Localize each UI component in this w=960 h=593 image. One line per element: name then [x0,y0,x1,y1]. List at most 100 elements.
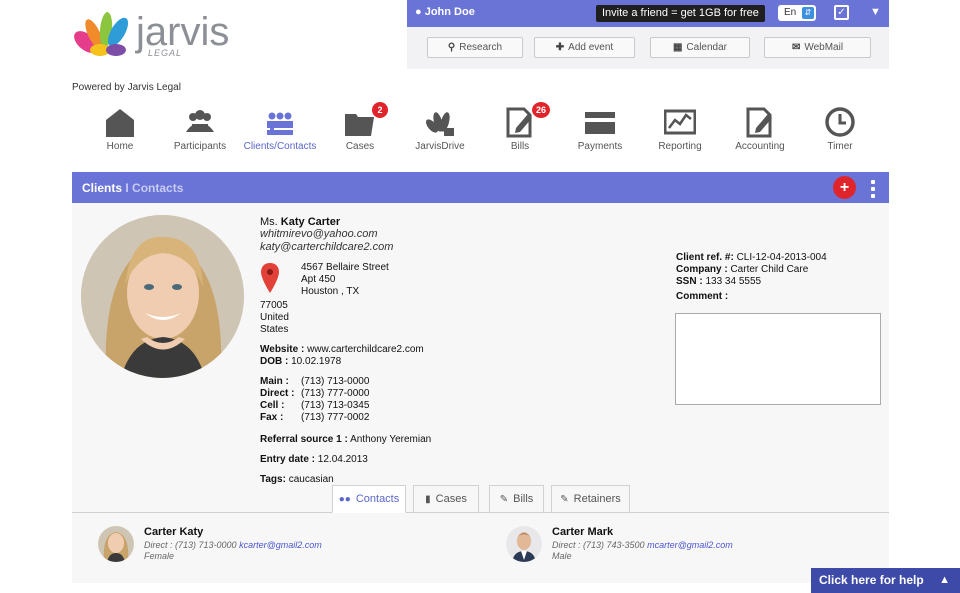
clock-icon [825,107,855,137]
calendar-button[interactable]: ▦ Calendar [650,37,750,58]
nav-clients[interactable]: Clients/Contacts [240,106,320,158]
invite-friend-button[interactable]: Invite a friend = get 1GB for free [596,5,765,22]
section-title-sub: Contacts [132,181,184,195]
related-email-link[interactable]: mcarter@gmail2.com [647,540,733,550]
nav-clients-label: Clients/Contacts [243,141,317,152]
tab-cases[interactable]: ▮ Cases [413,485,479,513]
add-contact-button[interactable]: + [833,176,856,199]
section-header: Clients I Contacts + [72,172,889,203]
more-options-icon[interactable] [871,178,877,198]
avatar-image [98,526,134,562]
calendar-icon: ▦ [672,42,683,53]
tab-cases-label: Cases [435,493,467,505]
address-apt: Apt 450 [301,274,336,285]
nav-payments[interactable]: Payments [560,106,640,158]
ssn-value: 133 34 5555 [705,276,762,287]
tab-bills[interactable]: ✎ Bills [489,485,544,513]
nav-accounting[interactable]: Accounting [720,106,800,158]
related-name[interactable]: Carter Mark [552,526,613,538]
drive-icon [426,112,454,136]
related-avatar [98,526,134,562]
user-menu[interactable]: ● John Doe [415,6,475,18]
chevron-up-icon: ▲ [939,574,950,586]
user-name: John Doe [424,6,475,18]
contact-email-1[interactable]: whitmirevo@yahoo.com [260,228,620,241]
related-contact-line: Direct : (713) 743-3500 mcarter@gmail2.c… [552,540,733,550]
tag-value[interactable]: caucasian [289,474,334,485]
add-event-button[interactable]: ✚ Add event [534,37,635,58]
referral-line: Referral source 1 : Anthony Yeremian [260,434,620,446]
address-country-2: States [260,324,289,335]
contact-email-2[interactable]: katy@carterchildcare2.com [260,241,620,254]
map-pin-icon[interactable] [260,262,280,294]
contact-photo [81,215,244,378]
nav-timer[interactable]: Timer [800,106,880,158]
edit-small-icon: ✎ [499,494,509,505]
participants-icon [186,110,214,132]
webmail-button[interactable]: ✉ WebMail [764,37,871,58]
powered-by: Powered by Jarvis Legal [72,82,181,93]
mail-icon: ✉ [791,42,801,53]
phone-value[interactable]: (713) 777-0002 [301,412,369,424]
website-link[interactable]: www.carterchildcare2.com [307,344,424,355]
jarvis-logo[interactable]: jarvis LEGAL [72,8,232,60]
tags-label: Tags: [260,474,286,485]
phone-label: Fax : [260,412,284,423]
nav-bills[interactable]: 26 Bills [480,102,560,158]
phone-value[interactable]: (713) 777-0000 [301,388,369,400]
avatar-image [506,526,542,562]
nav-accounting-label: Accounting [735,141,785,152]
contact-address: 4567 Bellaire Street Apt 450 Houston , T… [260,262,620,322]
phone-row: Cell : (713) 713-0345 [260,400,620,412]
related-contact-line: Direct : (713) 713-0000 kcarter@gmail2.c… [144,540,322,550]
credit-card-icon [585,112,615,134]
section-title-separator: I [122,181,133,195]
nav-reporting[interactable]: Reporting [640,106,720,158]
client-ref-label: Client ref. #: [676,252,734,263]
user-icon: ● [415,6,422,18]
add-event-label: Add event [568,42,614,53]
phone-label: Direct : [260,388,295,399]
section-title: Clients I Contacts [82,181,183,195]
bills-badge: 26 [532,102,550,118]
plus-icon: ✚ [555,42,565,53]
phone-row: Fax : (713) 777-0002 [260,412,620,424]
referral-value: Anthony Yeremian [350,434,432,445]
tab-bills-label: Bills [513,493,534,505]
language-select[interactable]: En ⇵ [778,5,816,21]
address-street: 4567 Bellaire Street [301,262,389,273]
help-button[interactable]: Click here for help ▲ [811,568,960,593]
related-name[interactable]: Carter Katy [144,526,203,538]
phone-list: Main : (713) 713-0000 Direct : (713) 777-0… [260,376,620,424]
toolbar: ⚲ Research ✚ Add event ▦ Calendar ✉ WebMail [407,27,889,69]
comment-textarea[interactable] [675,313,881,405]
nav-jarvisdrive[interactable]: JarvisDrive [400,106,480,158]
nav-cases[interactable]: 2 Cases [320,102,400,158]
contact-name-line: Ms. Katy Carter [260,216,620,228]
company-label: Company : [676,264,728,275]
phone-value[interactable]: (713) 713-0345 [301,400,369,412]
contact-info: Ms. Katy Carter whitmirevo@yahoo.com kat… [260,216,620,486]
tab-retainers[interactable]: ✎ Retainers [551,485,630,513]
phone-row: Direct : (713) 777-0000 [260,388,620,400]
related-email-link[interactable]: kcarter@gmail2.com [239,540,322,550]
nav-timer-label: Timer [827,141,853,152]
tab-contacts[interactable]: ●● Contacts [332,485,406,513]
section-title-main: Clients [82,181,123,195]
nav-cases-label: Cases [345,141,375,152]
select-arrows-icon: ⇵ [802,7,814,19]
tasks-checkbox-icon[interactable]: ✓ [834,5,849,20]
nav-jarvisdrive-label: JarvisDrive [415,141,465,152]
referral-label: Referral source 1 : [260,434,348,445]
search-icon: ⚲ [447,42,456,53]
dropdown-caret-icon[interactable]: ▼ [870,6,881,18]
nav-home[interactable]: Home [80,106,160,158]
related-gender: Female [144,551,175,561]
company-value: Carter Child Care [730,264,809,275]
nav-participants[interactable]: Participants [160,106,240,158]
entry-date-value: 12.04.2013 [317,454,368,465]
folder-small-icon: ▮ [425,494,431,505]
phone-value[interactable]: (713) 713-0000 [301,376,369,388]
research-input[interactable]: ⚲ Research [427,37,523,58]
contact-photo-image [81,215,244,378]
